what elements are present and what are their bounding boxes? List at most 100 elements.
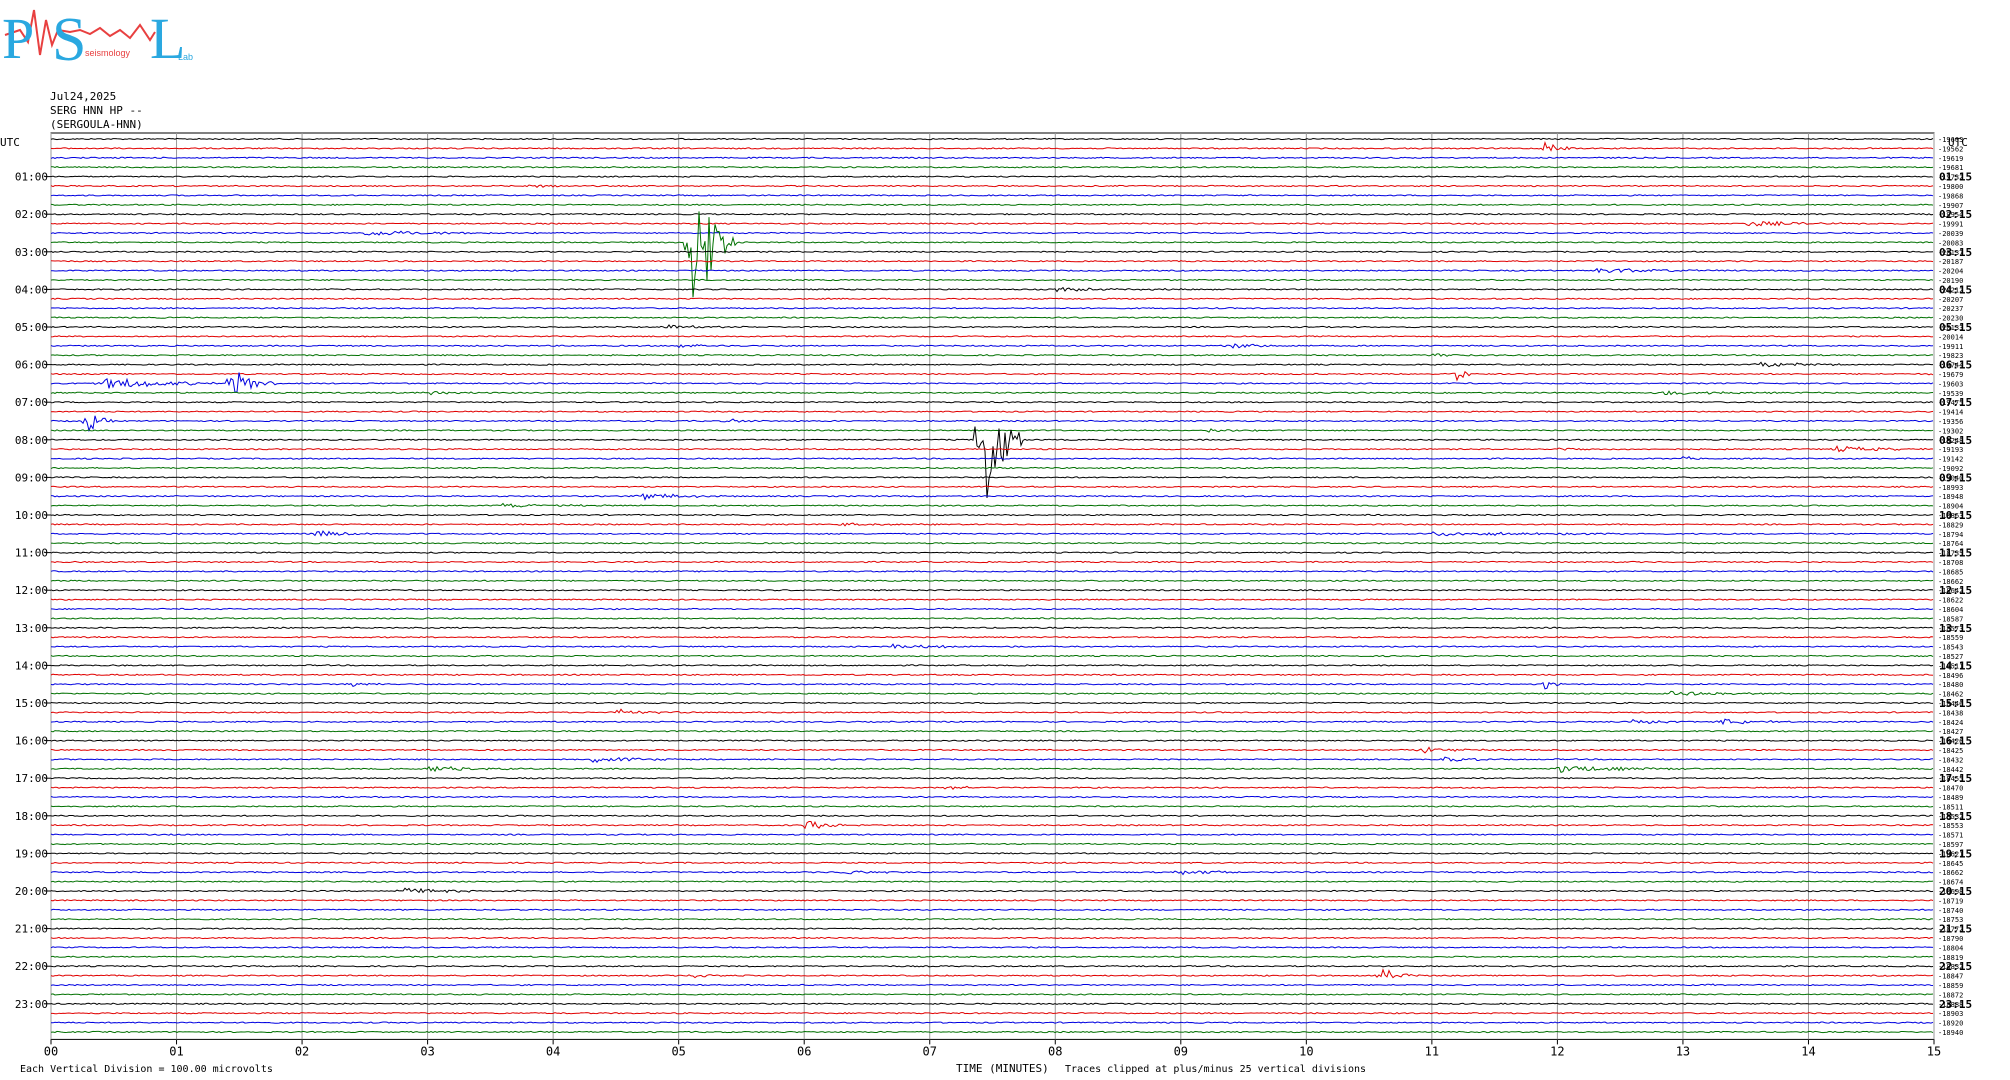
hour-label-right: 17:15 [1939, 772, 1972, 785]
hour-label-right: 21:15 [1939, 923, 1972, 936]
hour-label-left: 22:00 [15, 960, 48, 973]
hour-label-left: 12:00 [15, 584, 48, 597]
trace-offset-label: -19800 [1938, 183, 1963, 191]
trace-offset-label: -18948 [1938, 493, 1963, 501]
x-tick-label: 09 [1174, 1044, 1188, 1058]
trace-line [50, 324, 1934, 329]
hour-label-left: 01:00 [15, 171, 48, 184]
trace-offset-label: -19603 [1938, 380, 1963, 388]
trace-offset-label: -19619 [1938, 155, 1963, 163]
trace-line [50, 513, 1934, 517]
trace-offset-label: -18604 [1938, 606, 1963, 614]
trace-offset-label: -18571 [1938, 832, 1963, 840]
trace-line [50, 965, 1934, 968]
trace-line [50, 983, 1934, 987]
trace-line [51, 560, 1934, 564]
trace-line [50, 220, 1934, 227]
trace-line [50, 502, 1934, 508]
trace-offset-label: -19193 [1938, 446, 1963, 454]
trace-line [50, 137, 1934, 141]
trace-offset-label: -18553 [1938, 822, 1963, 830]
trace-line [50, 870, 1934, 876]
trace-line [50, 880, 1934, 883]
trace-line [50, 993, 1934, 996]
trace-offset-label: -18662 [1938, 869, 1963, 877]
trace-line [50, 805, 1934, 808]
trace-line [50, 1021, 1934, 1024]
trace-line [50, 551, 1934, 554]
x-tick-label: 12 [1550, 1044, 1564, 1058]
trace-offset-label: -20207 [1938, 296, 1963, 304]
x-tick-label: 10 [1299, 1044, 1313, 1058]
trace-line [50, 617, 1934, 620]
trace-offset-label: -18804 [1938, 944, 1963, 952]
trace-line [50, 908, 1934, 911]
trace-line [50, 203, 1934, 206]
trace-line [50, 708, 1934, 715]
trace-line [50, 485, 1934, 488]
trace-line [50, 278, 1934, 282]
trace-offset-label: -19679 [1938, 371, 1963, 379]
trace-line [50, 522, 1934, 527]
trace-line [50, 370, 1934, 382]
trace-line [51, 852, 1934, 855]
hour-label-right: 23:15 [1939, 998, 1972, 1011]
trace-line [50, 899, 1934, 902]
trace-offset-label: -18829 [1938, 521, 1963, 529]
trace-offset-label: -18622 [1938, 597, 1963, 605]
hour-label-right: 03:15 [1939, 246, 1972, 259]
trace-line [50, 701, 1934, 705]
trace-offset-label: -18489 [1938, 794, 1963, 802]
trace-line [50, 445, 1934, 453]
hour-label-right: 16:15 [1939, 735, 1972, 748]
trace-line [50, 213, 1934, 216]
trace-offset-label: -18740 [1938, 907, 1963, 915]
hour-label-left: 10:00 [15, 509, 48, 522]
trace-line [50, 887, 1934, 894]
trace-line [50, 918, 1934, 921]
x-tick-label: 01 [169, 1044, 183, 1058]
trace-line [50, 842, 1934, 846]
trace-line [50, 466, 1934, 470]
x-tick-label: 11 [1425, 1044, 1439, 1058]
trace-line [50, 307, 1934, 310]
trace-offset-label: -18940 [1938, 1029, 1963, 1037]
trace-offset-label: -19991 [1938, 221, 1963, 229]
hour-label-left: 17:00 [15, 772, 48, 785]
trace-offset-label: -18847 [1938, 973, 1963, 981]
trace-line [50, 814, 1934, 817]
trace-offset-label: -18708 [1938, 559, 1963, 567]
x-tick-label: 03 [420, 1044, 434, 1058]
trace-offset-label: -19911 [1938, 343, 1963, 351]
trace-line [50, 493, 1934, 501]
trace-line [50, 654, 1934, 658]
right-axis-title: UTC [1948, 136, 1968, 149]
trace-line [50, 361, 1933, 368]
trace-line [50, 267, 1934, 274]
hour-label-left: 14:00 [15, 659, 48, 672]
trace-offset-label: -18685 [1938, 568, 1963, 576]
hour-label-right: 01:15 [1939, 171, 1972, 184]
trace-line [50, 426, 1934, 499]
trace-offset-label: -18993 [1938, 484, 1963, 492]
trace-line [50, 156, 1934, 159]
trace-line [50, 636, 1934, 639]
trace-line [50, 795, 1934, 799]
hour-label-right: 10:15 [1939, 509, 1972, 522]
hour-label-left: 02:00 [15, 208, 48, 221]
x-tick-label: 04 [546, 1044, 560, 1058]
x-tick-label: 05 [671, 1044, 685, 1058]
trace-line [50, 184, 1934, 188]
trace-line [50, 175, 1934, 178]
trace-line [50, 833, 1934, 836]
hour-label-right: 02:15 [1939, 208, 1972, 221]
trace-offset-label: -20014 [1938, 333, 1963, 341]
trace-line [51, 1012, 1934, 1015]
trace-line [50, 353, 1933, 357]
trace-line [50, 530, 1934, 537]
trace-line [50, 821, 1934, 830]
trace-offset-label: -18543 [1938, 644, 1963, 652]
trace-line [50, 343, 1934, 349]
trace-line [50, 955, 1934, 958]
x-tick-label: 08 [1048, 1044, 1062, 1058]
